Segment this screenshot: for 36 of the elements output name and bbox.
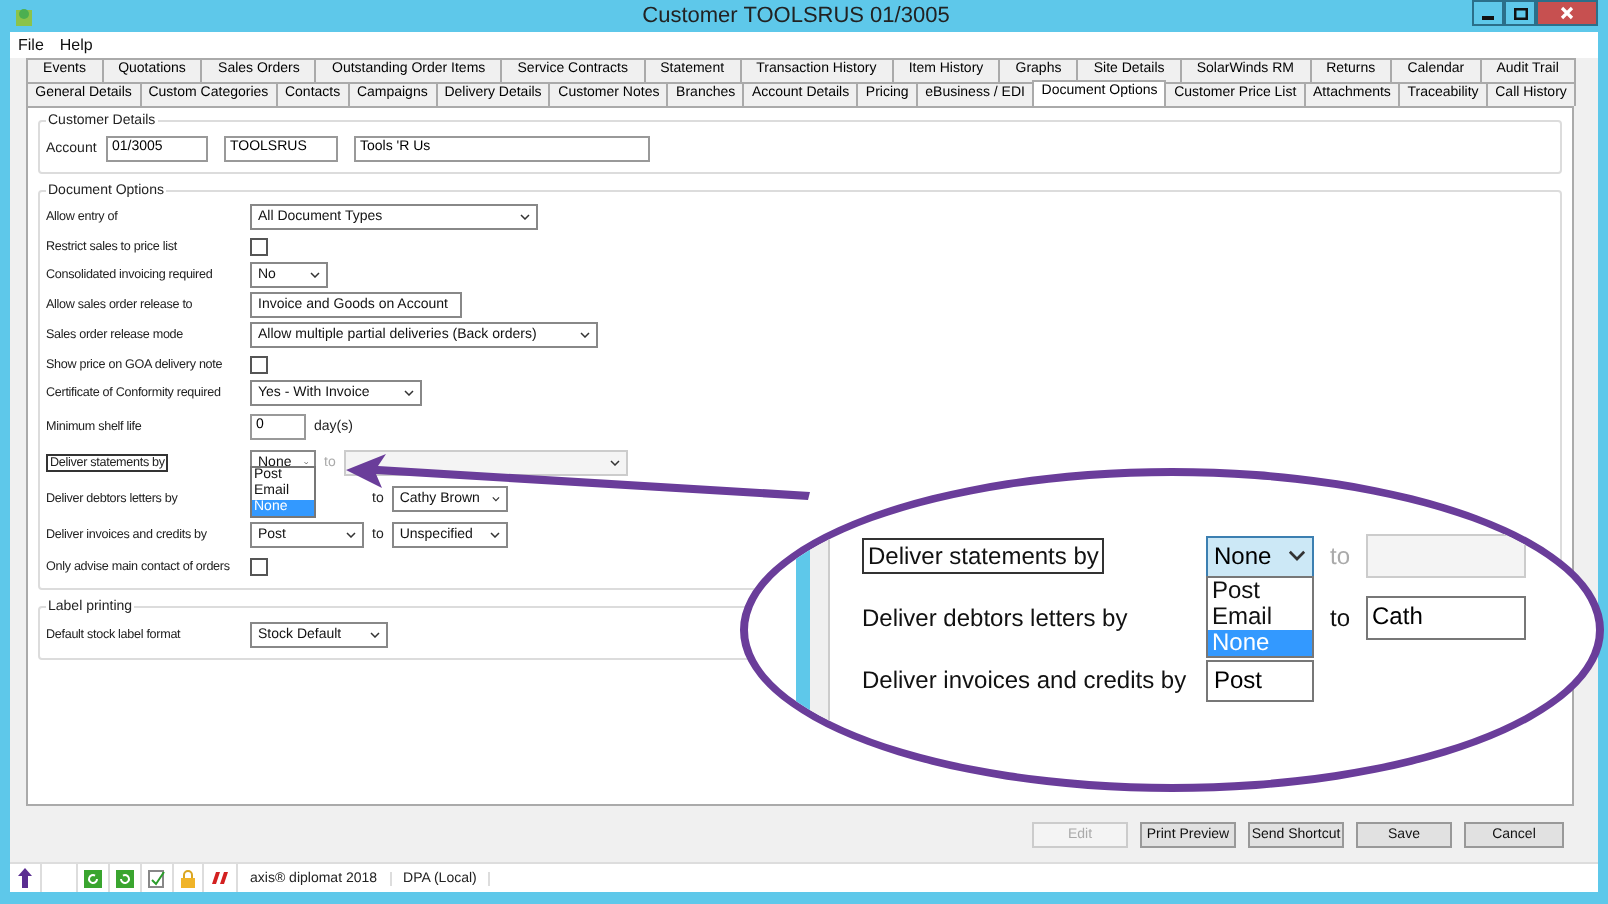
caret-icon (1288, 550, 1306, 562)
close-icon (1560, 6, 1574, 20)
close-button[interactable] (1536, 0, 1598, 26)
caret-icon (520, 214, 530, 220)
up-arrow-icon (16, 868, 34, 888)
text-field[interactable]: Cath (1366, 596, 1527, 640)
maximize-icon (1513, 7, 1527, 19)
minimize-button[interactable] (1472, 0, 1504, 26)
menu-item[interactable]: File (18, 36, 44, 54)
app-icon (14, 5, 34, 27)
caret-icon (609, 459, 620, 465)
caret-icon (310, 272, 320, 278)
field-label: Deliver statements by (862, 538, 1105, 574)
field-label: Deliver debtors letters by (862, 604, 1128, 632)
menu-item[interactable]: Help (59, 36, 93, 54)
checkbox[interactable] (250, 355, 268, 373)
dropdown[interactable]: Post (1206, 659, 1314, 701)
window-title: Customer TOOLSRUS 01/3005 (640, 4, 952, 28)
to-label: to (1330, 542, 1351, 570)
refresh-icon[interactable] (84, 869, 102, 887)
maximize-button[interactable] (1504, 0, 1536, 26)
field-label: Deliver invoices and credits by (862, 666, 1187, 694)
caret-icon (404, 390, 414, 396)
dropdown[interactable]: None (1206, 535, 1314, 577)
refresh-icon[interactable] (116, 869, 134, 887)
checkbox[interactable] (250, 237, 268, 255)
caret-icon (370, 631, 380, 637)
checkbox[interactable] (250, 557, 268, 575)
caret-icon (489, 531, 500, 537)
caret-icon (491, 495, 500, 501)
caret-icon (346, 531, 356, 537)
logo-icon (210, 870, 230, 886)
to-label: to (1330, 604, 1351, 632)
checklist-icon[interactable] (148, 869, 166, 887)
dropdown-list[interactable]: Post Email None (1206, 576, 1314, 658)
caret-icon (580, 332, 590, 338)
